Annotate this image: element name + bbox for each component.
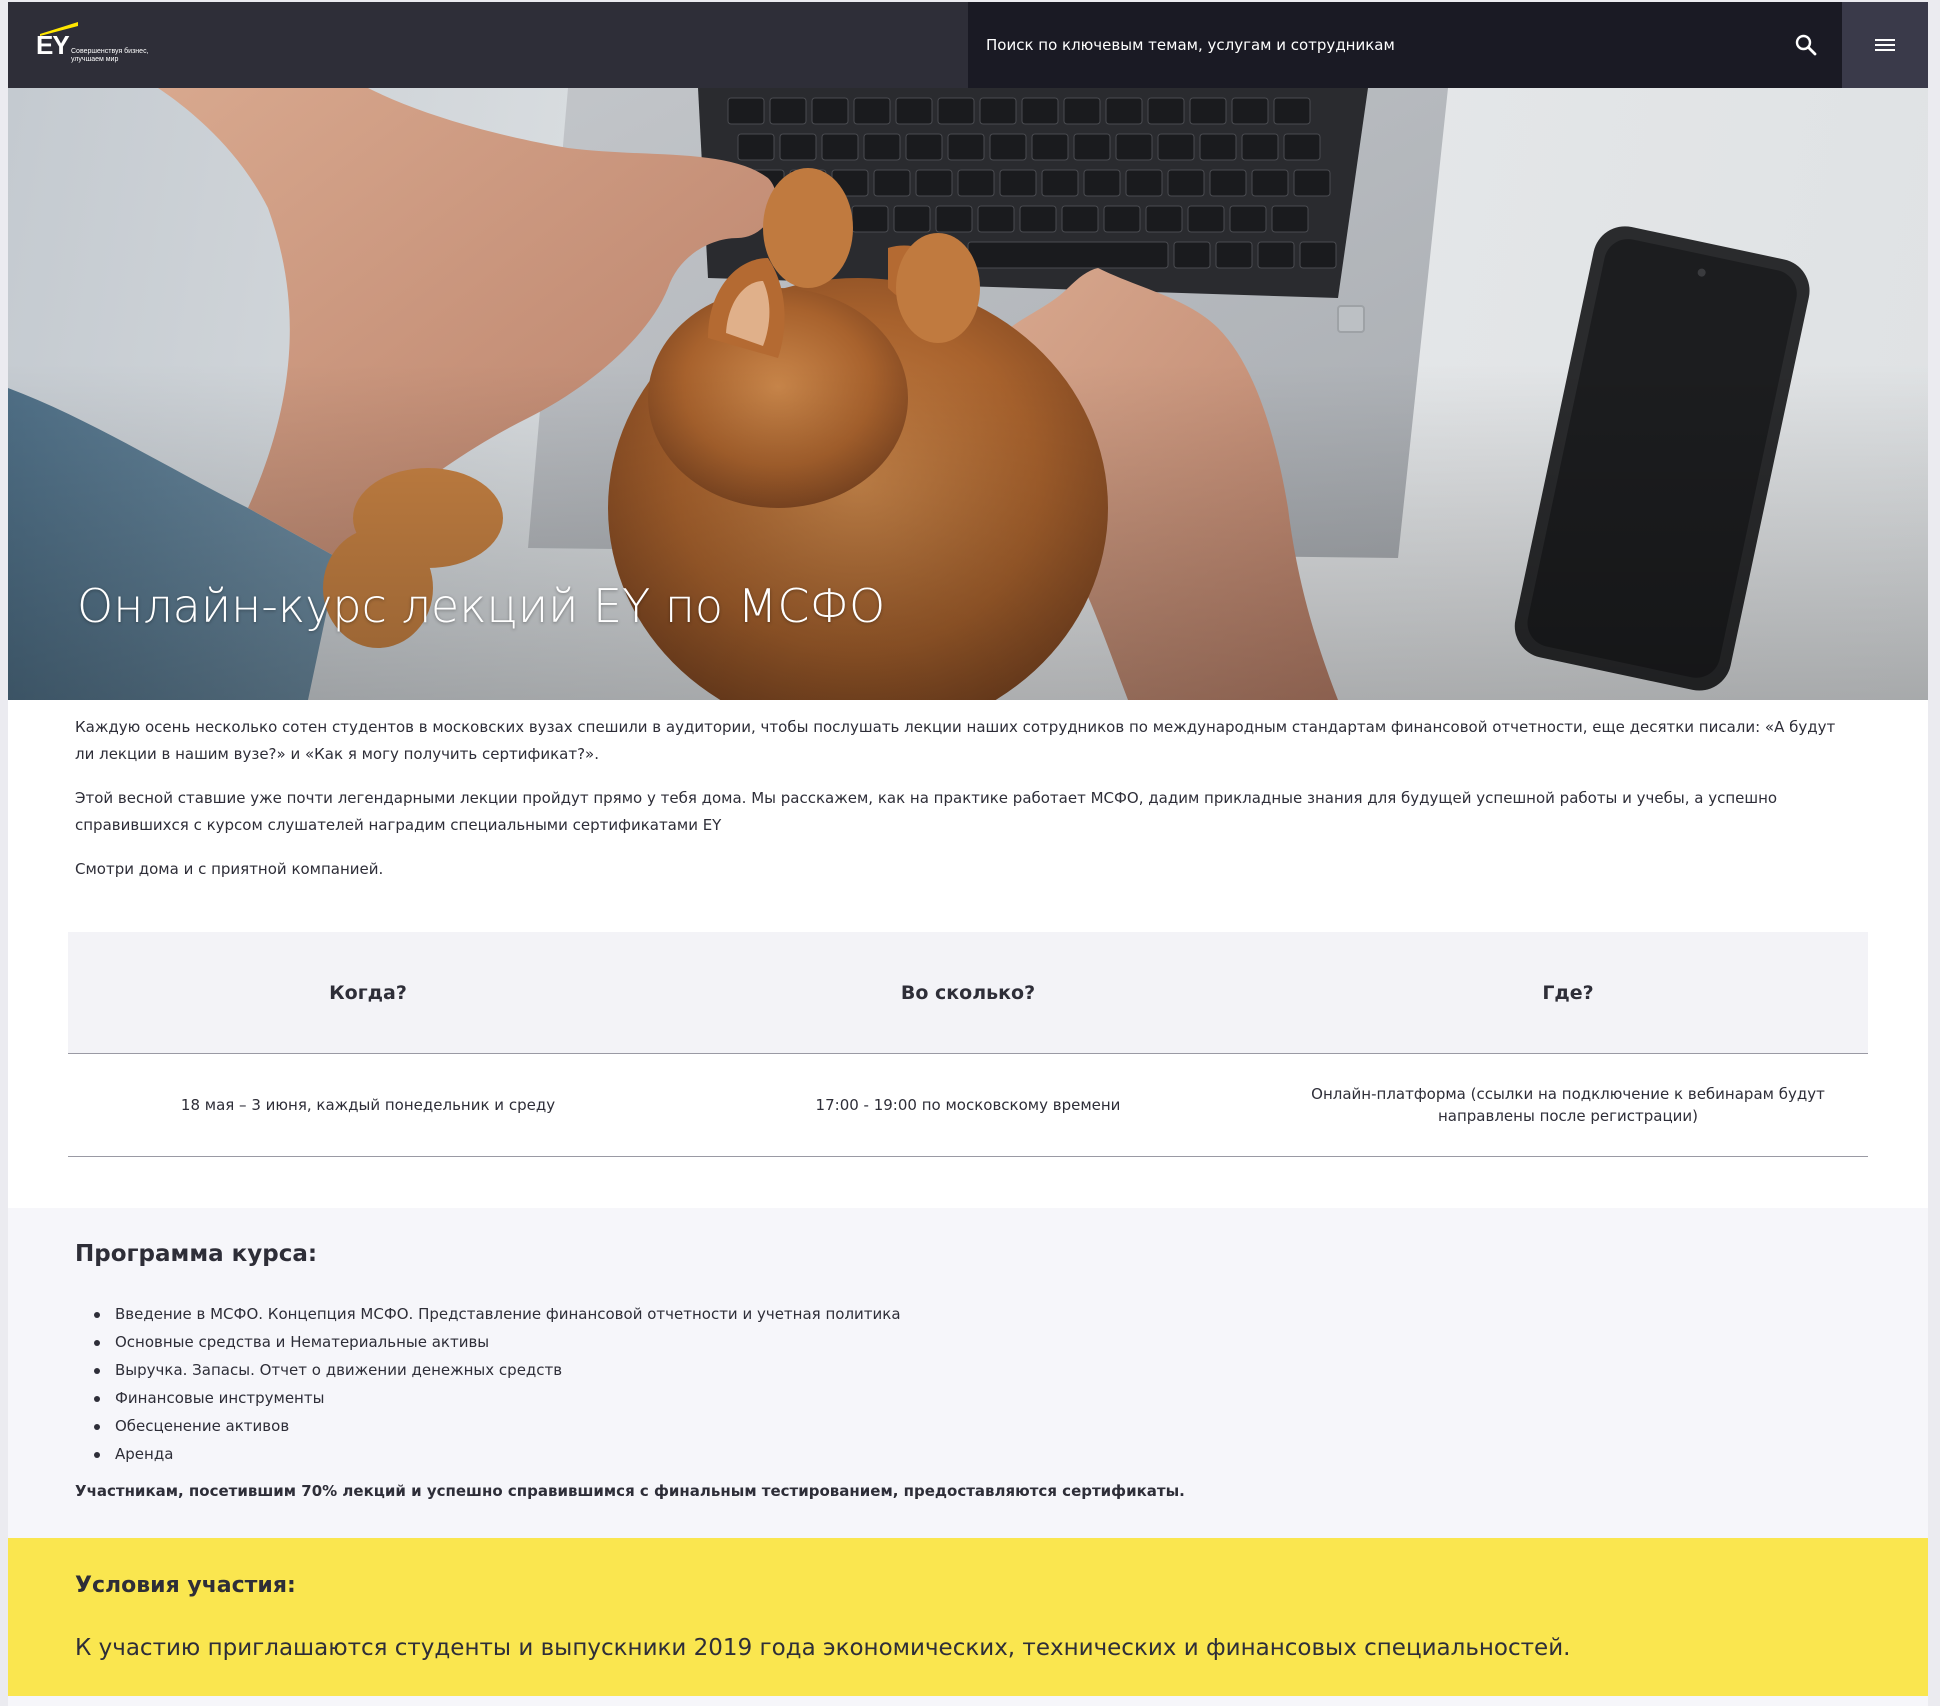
info-table-row: 18 мая – 3 июня, каждый понедельник и ср… [68,1054,1868,1157]
info-table-header: Когда? Во сколько? Где? [68,932,1868,1054]
list-item: Аренда [94,1440,901,1468]
search-icon [1795,34,1817,56]
page: EY Совершенствуя бизнес, улучшаем мир По… [8,2,1928,1706]
hamburger-menu-icon [1875,39,1895,51]
program-section: Программа курса: Введение в МСФО. Концеп… [8,1208,1928,1522]
logo-text: EY [36,30,70,60]
intro-text: Каждую осень несколько сотен студентов в… [75,714,1855,900]
list-item: Финансовые инструменты [94,1384,901,1412]
intro-section: Каждую осень несколько сотен студентов в… [8,700,1928,1208]
search-input[interactable] [968,2,1758,88]
value-when: 18 мая – 3 июня, каждый понедельник и ср… [180,1096,556,1114]
search-button[interactable] [1786,25,1826,65]
site-header: EY Совершенствуя бизнес, улучшаем мир [8,2,1928,88]
menu-button[interactable] [1842,2,1928,88]
header-when: Когда? [329,981,407,1004]
ey-logo[interactable]: EY Совершенствуя бизнес, улучшаем мир [36,22,176,68]
conditions-section: Условия участия: К участию приглашаются … [8,1538,1928,1696]
list-item: Введение в МСФО. Концепция МСФО. Предста… [94,1300,901,1328]
conditions-title-colon: : [286,1573,296,1598]
intro-paragraph: Этой весной ставшие уже почти легендарны… [75,789,1778,834]
header-time: Во сколько? [900,981,1036,1004]
logo-tagline: Совершенствуя бизнес, улучшаем мир [71,48,149,63]
list-item: Основные средства и Нематериальные актив… [94,1328,901,1356]
conditions-title: Условия участия: [75,1570,296,1602]
hero-banner: Онлайн-курс лекций EY по МСФО [8,88,1928,700]
program-title: Программа курса: [75,1241,318,1267]
certificate-note: Участникам, посетившим 70% лекций и успе… [75,1482,1185,1500]
course-info-table: Когда? Во сколько? Где? 18 мая – 3 июня,… [68,932,1868,1157]
header-where: Где? [1542,981,1594,1004]
search-bar [968,2,1842,88]
value-where: Онлайн-платформа (ссылки на подключение … [1311,1085,1825,1125]
page-title: Онлайн-курс лекций EY по МСФО [77,579,886,633]
program-list: Введение в МСФО. Концепция МСФО. Предста… [94,1300,901,1468]
intro-paragraph: Смотри дома и с приятной компанией. [75,860,384,878]
conditions-text: К участию приглашаются студенты и выпуск… [75,1635,1571,1661]
intro-paragraph: Каждую осень несколько сотен студентов в… [75,718,1836,763]
value-time: 17:00 - 19:00 по московскому времени [815,1096,1121,1114]
list-item: Обесценение активов [94,1412,901,1440]
list-item: Выручка. Запасы. Отчет о движении денежн… [94,1356,901,1384]
conditions-title-text: Условия участия [75,1573,287,1598]
